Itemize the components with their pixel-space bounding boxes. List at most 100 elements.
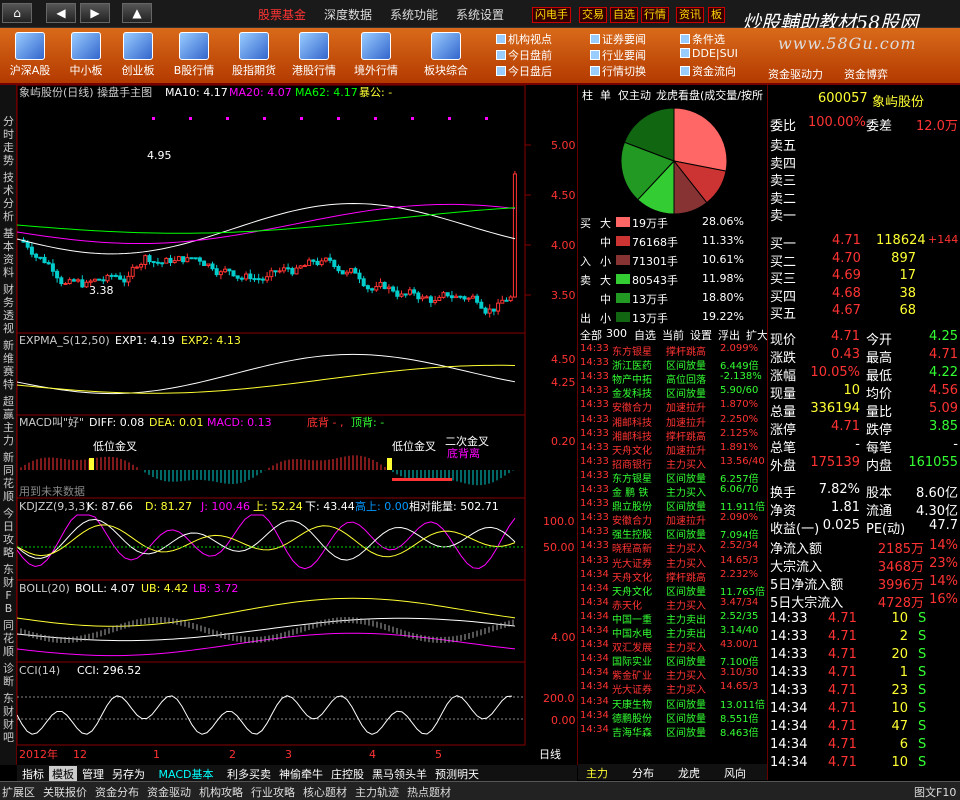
hotkey-0[interactable]: 闪电手 bbox=[532, 7, 571, 23]
news-row[interactable]: 14:33 天舟文化 加速拉升 1.891% bbox=[578, 442, 768, 457]
hotkey-3[interactable]: 行情 bbox=[641, 7, 669, 23]
status-tab-4[interactable]: 机构攻略 bbox=[199, 784, 243, 800]
indicator-tab-2[interactable]: 管理 bbox=[79, 766, 107, 782]
news-row[interactable]: 14:33 物产中拓 高位回落 -2.138% bbox=[578, 371, 768, 386]
left-tab-3[interactable]: 财务透视 bbox=[2, 283, 15, 335]
left-tab-9[interactable]: 同花顺 bbox=[2, 619, 15, 658]
toolbar-1[interactable]: 中小板 bbox=[60, 32, 112, 78]
left-tab-7[interactable]: 今日攻略 bbox=[2, 507, 15, 559]
indicator-tab-6[interactable]: 神偷牵牛 bbox=[276, 766, 326, 782]
left-tab-6[interactable]: 新同花顺 bbox=[2, 451, 15, 503]
toolbar-extra[interactable]: 资金驱动力 bbox=[768, 66, 823, 82]
collapse-button[interactable]: ▲ bbox=[122, 3, 152, 23]
status-tab-3[interactable]: 资金驱动 bbox=[147, 784, 191, 800]
flow-bottom-tab[interactable]: 龙虎 bbox=[678, 765, 700, 781]
toolbar-6[interactable]: 境外行情 bbox=[350, 32, 402, 78]
news-row[interactable]: 14:34 光大证券 主力买入 14.65/3 bbox=[578, 681, 768, 696]
news-subtab[interactable]: 当前 bbox=[662, 327, 684, 343]
toolbar-link[interactable]: 行情切换 bbox=[590, 63, 646, 79]
chart-area[interactable]: 象屿股份(日线) 操盘手主图 MA10: 4.17 MA20: 4.07 MA62: … bbox=[16, 84, 577, 765]
news-row[interactable]: 14:33 东方银星 区间放量 6.257倍 bbox=[578, 470, 768, 485]
news-row[interactable]: 14:34 中国水电 主力卖出 3.14/40 bbox=[578, 625, 768, 640]
news-row[interactable]: 14:33 金发科技 区间放量 5.90/60 bbox=[578, 385, 768, 400]
news-subtab[interactable]: 设置 bbox=[690, 327, 712, 343]
status-tab-2[interactable]: 资金分布 bbox=[95, 784, 139, 800]
news-row[interactable]: 14:33 强生控股 区间放量 7.094倍 bbox=[578, 526, 768, 541]
news-row[interactable]: 14:34 紫金矿业 主力买入 3.10/30 bbox=[578, 667, 768, 682]
menu-0[interactable]: 股票基金 bbox=[258, 6, 306, 23]
news-row[interactable]: 14:33 晓程高新 主力买入 2.52/34 bbox=[578, 540, 768, 555]
status-tab-7[interactable]: 主力轨迹 bbox=[355, 784, 399, 800]
left-tab-5[interactable]: 超赢主力 bbox=[2, 395, 15, 447]
toolbar-link[interactable]: 今日盘前 bbox=[496, 47, 552, 63]
news-subtab[interactable]: 300 bbox=[606, 327, 627, 340]
toolbar-0[interactable]: 沪深A股 bbox=[4, 32, 56, 78]
indicator-tab-9[interactable]: 预测明天 bbox=[432, 766, 482, 782]
indicator-tab-5[interactable]: 利多买卖 bbox=[224, 766, 274, 782]
menu-1[interactable]: 深度数据 bbox=[324, 6, 372, 23]
status-tab-6[interactable]: 核心题材 bbox=[303, 784, 347, 800]
flow-bottom-tab[interactable]: 分布 bbox=[632, 765, 654, 781]
flow-bottom-tab[interactable]: 风向 bbox=[724, 765, 746, 781]
news-subtab[interactable]: 扩大 bbox=[746, 327, 768, 343]
hotkey-5[interactable]: 板 bbox=[708, 7, 725, 23]
indicator-tab-0[interactable]: 指标 bbox=[19, 766, 47, 782]
indicator-tab-8[interactable]: 黑马领头羊 bbox=[369, 766, 430, 782]
news-row[interactable]: 14:34 中国一重 主力卖出 2.52/35 bbox=[578, 611, 768, 626]
toolbar-link[interactable]: 行业要闻 bbox=[590, 47, 646, 63]
status-tab-8[interactable]: 热点题材 bbox=[407, 784, 451, 800]
hotkey-2[interactable]: 自选 bbox=[610, 7, 638, 23]
hotkey-4[interactable]: 资讯 bbox=[676, 7, 704, 23]
news-row[interactable]: 14:34 天舟文化 区间放量 11.765倍 bbox=[578, 583, 768, 598]
news-row[interactable]: 14:33 东方银星 撑杆跳高 2.099% bbox=[578, 343, 768, 358]
toolbar-extra[interactable]: 资金博弈 bbox=[844, 66, 888, 82]
status-tab-0[interactable]: 扩展区 bbox=[2, 784, 35, 800]
hotkey-1[interactable]: 交易 bbox=[579, 7, 607, 23]
indicator-tab-1[interactable]: 模板 bbox=[49, 766, 77, 782]
toolbar-4[interactable]: 股指期货 bbox=[228, 32, 280, 78]
indicator-tab-3[interactable]: 另存为 bbox=[109, 766, 148, 782]
news-row[interactable]: 14:34 天舟文化 撑杆跳高 2.232% bbox=[578, 569, 768, 584]
toolbar-link[interactable]: 证券要闻 bbox=[590, 31, 646, 47]
news-row[interactable]: 14:33 招商银行 主力买入 13.56/40 bbox=[578, 456, 768, 471]
news-row[interactable]: 14:33 浙江医药 区间放量 6.449倍 bbox=[578, 357, 768, 372]
news-row[interactable]: 14:34 赤天化 主力买入 3.47/34 bbox=[578, 597, 768, 612]
left-tab-0[interactable]: 分时走势 bbox=[2, 115, 15, 167]
home-button[interactable]: ⌂ bbox=[2, 3, 32, 23]
news-row[interactable]: 14:34 德鹏股份 区间放量 8.551倍 bbox=[578, 710, 768, 725]
left-tab-2[interactable]: 基本资料 bbox=[2, 227, 15, 279]
left-tab-8[interactable]: 东财FB bbox=[2, 563, 15, 615]
toolbar-link[interactable]: 条件选 bbox=[680, 31, 725, 47]
news-row[interactable]: 14:33 湘邮科技 加速拉升 2.250% bbox=[578, 414, 768, 429]
toolbar-link[interactable]: 今日盘后 bbox=[496, 63, 552, 79]
news-row[interactable]: 14:33 光大证券 主力买入 14.65/3 bbox=[578, 555, 768, 570]
flow-bottom-tab[interactable]: 主力 bbox=[586, 765, 608, 781]
news-subtab[interactable]: 全部 bbox=[580, 327, 602, 343]
left-tab-1[interactable]: 技术分析 bbox=[2, 171, 15, 223]
forward-button[interactable]: ▶ bbox=[80, 3, 110, 23]
indicator-tab-7[interactable]: 庄控股 bbox=[328, 766, 367, 782]
news-row[interactable]: 14:33 湘邮科技 撑杆跳高 2.125% bbox=[578, 428, 768, 443]
toolbar-3[interactable]: B股行情 bbox=[168, 32, 220, 78]
news-row[interactable]: 14:33 金 鹏 铁 主力买入 6.06/70 bbox=[578, 484, 768, 499]
news-row[interactable]: 14:34 吉海华森 区间放量 8.463倍 bbox=[578, 724, 768, 739]
news-subtab[interactable]: 浮出 bbox=[718, 327, 740, 343]
menu-2[interactable]: 系统功能 bbox=[390, 6, 438, 23]
news-row[interactable]: 14:34 天康生物 区间放量 13.011倍 bbox=[578, 696, 768, 711]
toolbar-link[interactable]: 机构视点 bbox=[496, 31, 552, 47]
news-row[interactable]: 14:33 安徽合力 加速拉升 1.870% bbox=[578, 399, 768, 414]
news-row[interactable]: 14:33 安徽合力 加速拉升 2.090% bbox=[578, 512, 768, 527]
news-row[interactable]: 14:33 鼎立股份 区间放量 11.911倍 bbox=[578, 498, 768, 513]
news-subtab[interactable]: 自选 bbox=[634, 327, 656, 343]
toolbar-link[interactable]: 资金流向 bbox=[680, 63, 736, 79]
toolbar-7[interactable]: 板块综合 bbox=[420, 32, 472, 78]
left-tab-11[interactable]: 东财财吧 bbox=[2, 692, 15, 744]
left-tab-10[interactable]: 诊断 bbox=[2, 662, 15, 688]
back-button[interactable]: ◀ bbox=[46, 3, 76, 23]
news-row[interactable]: 14:34 国际实业 区间放量 7.100倍 bbox=[578, 653, 768, 668]
left-tab-4[interactable]: 新维赛特 bbox=[2, 339, 15, 391]
toolbar-5[interactable]: 港股行情 bbox=[288, 32, 340, 78]
news-row[interactable]: 14:34 双汇发展 主力买入 43.00/1 bbox=[578, 639, 768, 654]
status-tab-5[interactable]: 行业攻略 bbox=[251, 784, 295, 800]
status-tab-1[interactable]: 关联报价 bbox=[43, 784, 87, 800]
